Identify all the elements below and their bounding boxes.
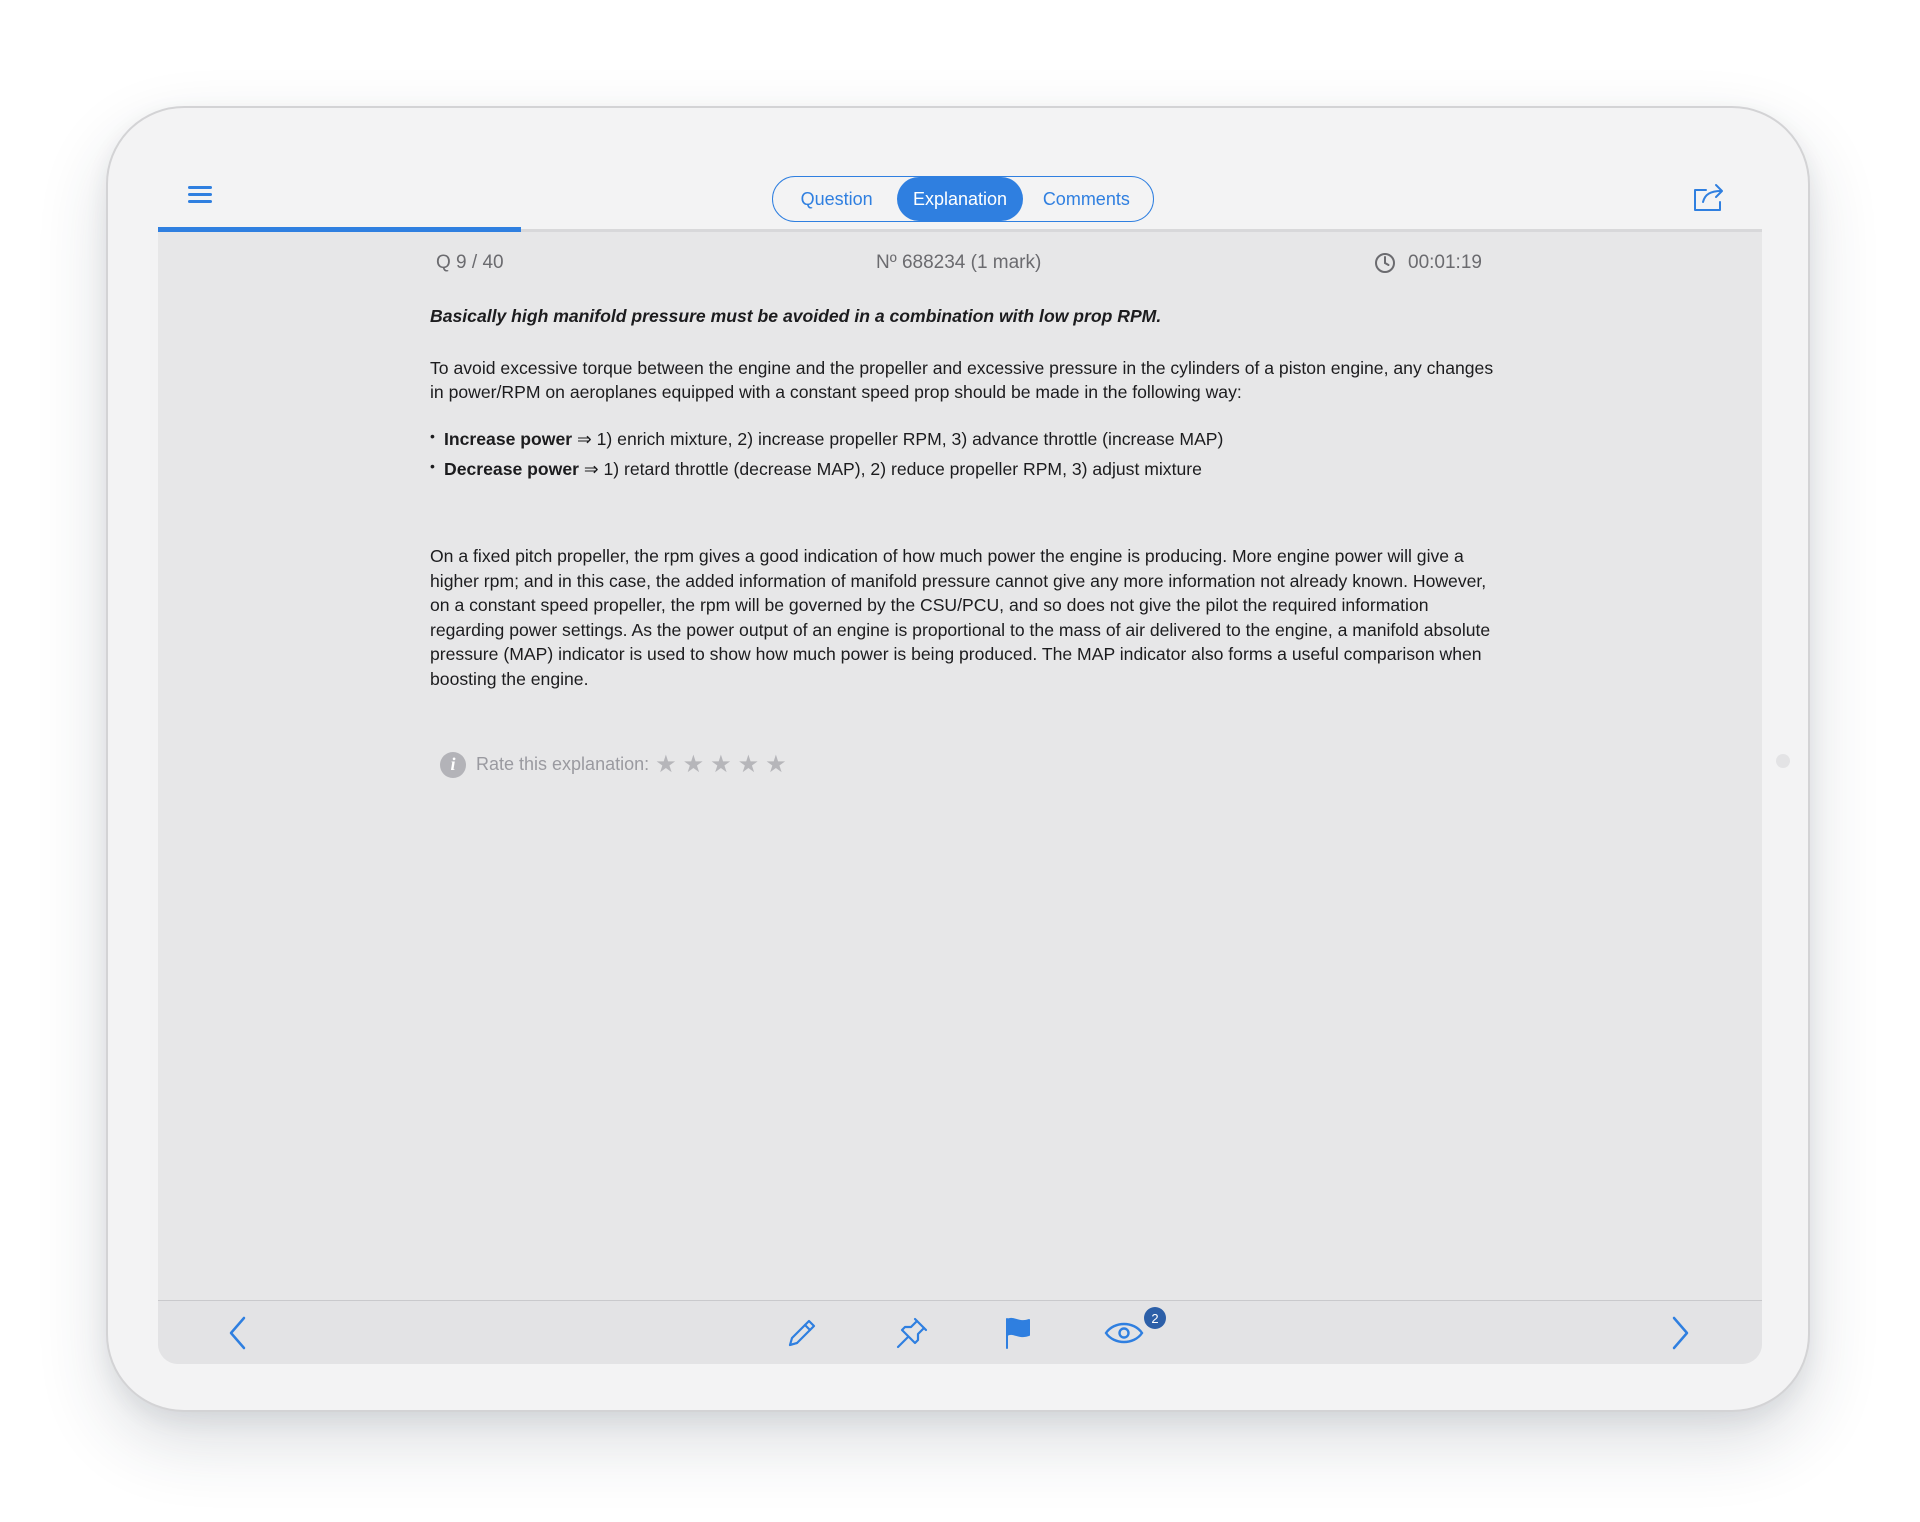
chevron-right-icon[interactable] [1660, 1315, 1700, 1351]
tab-explanation[interactable]: Explanation [897, 177, 1023, 221]
list-item: Decrease power ⇒ 1) retard throttle (dec… [430, 454, 1505, 482]
flag-icon[interactable] [998, 1315, 1038, 1351]
rating-star-2[interactable]: ★ [683, 750, 705, 779]
question-counter: Q 9 / 40 [436, 252, 504, 273]
views-count-badge: 2 [1144, 1307, 1166, 1329]
tab-comments[interactable]: Comments [1023, 177, 1150, 221]
device-side-button [1776, 754, 1790, 768]
explanation-intro: To avoid excessive torque between the en… [430, 357, 1494, 403]
timer: 00:01:19 [1374, 252, 1482, 274]
share-icon[interactable] [1692, 182, 1726, 212]
progress-bar [158, 227, 521, 232]
chevron-left-icon[interactable] [218, 1315, 258, 1351]
list-item-text: ⇒ 1) enrich mixture, 2) increase propell… [572, 428, 1224, 449]
rating-star-1[interactable]: ★ [655, 750, 677, 779]
power-change-list: Increase power ⇒ 1) enrich mixture, 2) i… [430, 424, 1505, 482]
pencil-icon[interactable] [782, 1315, 822, 1351]
rating-star-5[interactable]: ★ [765, 750, 787, 779]
explanation-content: Basically high manifold pressure must be… [430, 304, 1505, 714]
list-item: Increase power ⇒ 1) enrich mixture, 2) i… [430, 424, 1505, 452]
list-item-text: ⇒ 1) retard throttle (decrease MAP), 2) … [578, 459, 1202, 480]
rating-star-3[interactable]: ★ [710, 750, 732, 779]
timer-value: 00:01:19 [1408, 252, 1482, 273]
eye-icon[interactable]: 2 [1104, 1307, 1166, 1351]
hamburger-menu-icon[interactable] [188, 186, 212, 206]
explanation-lead: Basically high manifold pressure must be… [430, 306, 1162, 326]
question-number: Nº 688234 (1 mark) [876, 252, 1042, 273]
app-screen: Question Explanation Comments Q 9 / 40 N… [158, 158, 1762, 1364]
view-segmented-control: Question Explanation Comments [772, 176, 1154, 222]
list-item-title: Decrease power [444, 459, 579, 480]
clock-icon [1375, 253, 1395, 273]
pin-icon[interactable] [892, 1315, 932, 1351]
list-item-title: Increase power [444, 428, 573, 449]
explanation-body: On a fixed pitch propeller, the rpm give… [430, 545, 1491, 689]
bottom-toolbar: 2 [158, 1300, 1762, 1364]
rating-star-4[interactable]: ★ [738, 750, 760, 779]
tab-question[interactable]: Question [776, 177, 897, 221]
rating-label: Rate this explanation: [476, 754, 650, 774]
rating-widget: i Rate this explanation: ★ ★ ★ ★ ★ [440, 750, 787, 779]
top-bar: Question Explanation Comments [158, 158, 1762, 232]
info-icon[interactable]: i [440, 751, 466, 778]
